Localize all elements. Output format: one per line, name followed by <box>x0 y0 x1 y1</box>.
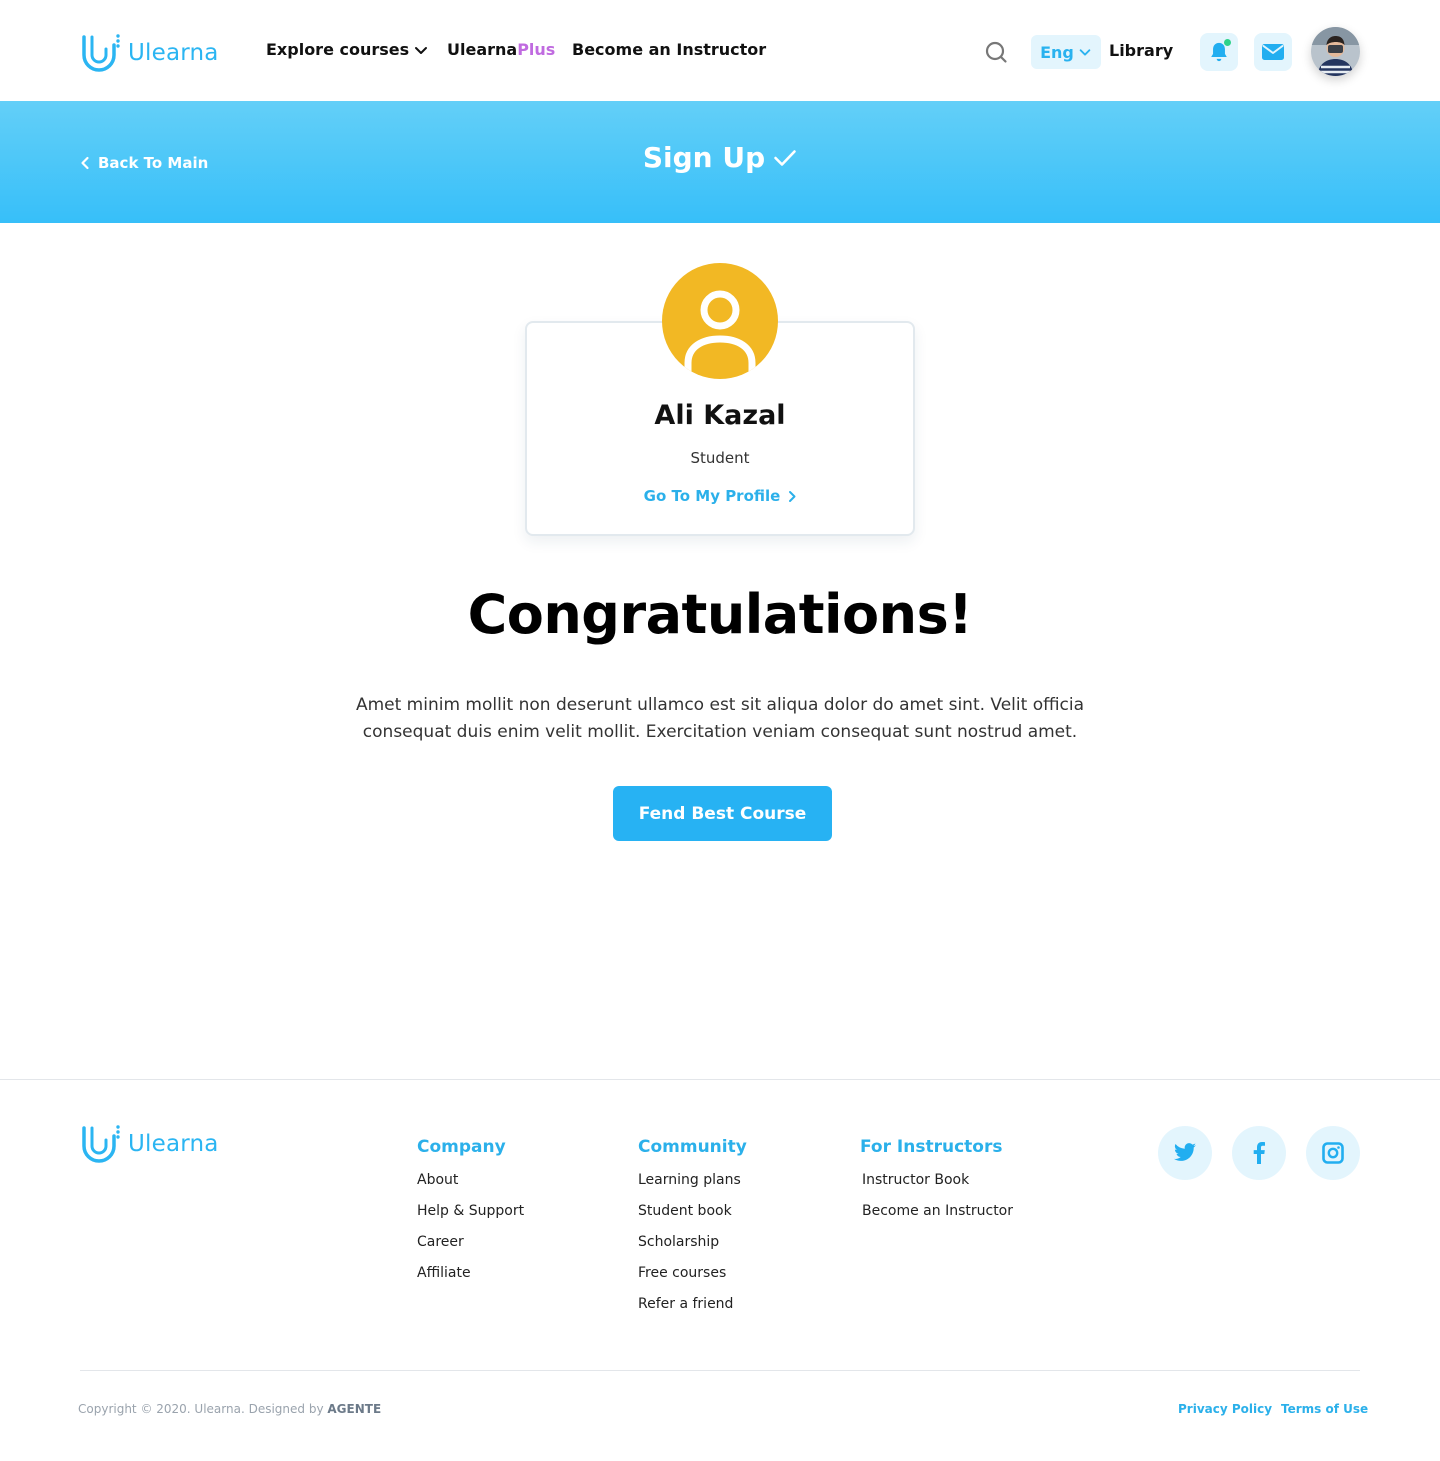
language-label: Eng <box>1040 42 1074 62</box>
library-link[interactable]: Library <box>1109 41 1173 60</box>
nav-plus-suffix: Plus <box>517 40 556 59</box>
user-role: Student <box>690 449 750 467</box>
notifications-button[interactable] <box>1200 33 1238 71</box>
twitter-button[interactable] <box>1158 1126 1212 1180</box>
facebook-icon <box>1253 1142 1265 1164</box>
logo-text: Ulearna <box>128 40 219 66</box>
chevron-down-icon <box>1079 49 1091 56</box>
designer-name[interactable]: AGENTE <box>327 1402 381 1416</box>
search-icon[interactable] <box>984 40 1008 64</box>
go-to-profile-link[interactable]: Go To My Profile <box>525 487 915 505</box>
nav-instructor-label: Become an Instructor <box>572 40 767 59</box>
footer-logo-text: Ulearna <box>128 1131 219 1157</box>
logo[interactable]: Ulearna <box>80 33 219 73</box>
chevron-right-icon <box>789 490 796 502</box>
footer-bottom-divider <box>80 1370 1360 1371</box>
user-avatar-circle <box>662 263 778 379</box>
footer-link-help-support[interactable]: Help & Support <box>417 1203 524 1219</box>
privacy-policy-link[interactable]: Privacy Policy <box>1178 1402 1272 1416</box>
footer-link-learning-plans[interactable]: Learning plans <box>638 1172 741 1188</box>
footer-logo[interactable]: Ulearna <box>80 1124 219 1164</box>
footer-link-instructor-book[interactable]: Instructor Book <box>862 1172 969 1188</box>
logo-icon <box>82 1125 120 1163</box>
instagram-icon <box>1322 1142 1344 1164</box>
notification-dot <box>1223 38 1232 47</box>
checkmark-icon <box>774 149 796 166</box>
nav-ulearna-plus[interactable]: UlearnaPlus <box>447 40 555 59</box>
footer-link-become-instructor[interactable]: Become an Instructor <box>862 1203 1013 1219</box>
footer-community-title: Community <box>638 1137 747 1157</box>
find-best-course-button[interactable]: Fend Best Course <box>613 786 832 841</box>
user-photo <box>1311 27 1360 76</box>
mail-icon <box>1262 44 1284 60</box>
logo-icon <box>82 34 120 72</box>
facebook-button[interactable] <box>1232 1126 1286 1180</box>
footer-link-about[interactable]: About <box>417 1172 458 1188</box>
instagram-button[interactable] <box>1306 1126 1360 1180</box>
congratulations-heading: Congratulations! <box>467 583 973 646</box>
copyright-text: Copyright © 2020. Ulearna. Designed by A… <box>78 1402 381 1416</box>
footer-link-refer-friend[interactable]: Refer a friend <box>638 1296 733 1312</box>
language-selector[interactable]: Eng <box>1031 35 1101 69</box>
footer-link-free-courses[interactable]: Free courses <box>638 1265 726 1281</box>
nav-explore-courses[interactable]: Explore courses <box>266 40 429 59</box>
footer-instructors-title: For Instructors <box>860 1137 1003 1157</box>
avatar[interactable] <box>1311 27 1360 76</box>
user-icon <box>684 290 756 379</box>
header: Ulearna Explore courses UlearnaPlus Beco… <box>0 0 1440 101</box>
page-banner: Back To Main Sign Up <box>0 101 1440 223</box>
messages-button[interactable] <box>1254 33 1292 71</box>
congratulations-description: Amet minim mollit non deserunt ullamco e… <box>355 695 1085 742</box>
terms-of-use-link[interactable]: Terms of Use <box>1281 1402 1368 1416</box>
footer-link-affiliate[interactable]: Affiliate <box>417 1265 471 1281</box>
user-name: Ali Kazal <box>654 400 786 431</box>
nav-plus-prefix: Ulearna <box>447 40 518 59</box>
footer-link-career[interactable]: Career <box>417 1234 464 1250</box>
twitter-icon <box>1174 1143 1196 1161</box>
footer-company-title: Company <box>417 1137 506 1157</box>
page-title: Sign Up <box>0 141 1440 174</box>
go-to-profile-label: Go To My Profile <box>643 487 781 505</box>
chevron-down-icon <box>415 46 428 54</box>
page-title-text: Sign Up <box>642 141 766 174</box>
nav-explore-label: Explore courses <box>266 40 410 59</box>
footer-link-scholarship[interactable]: Scholarship <box>638 1234 719 1250</box>
footer-divider <box>0 1079 1440 1080</box>
footer-link-student-book[interactable]: Student book <box>638 1203 732 1219</box>
copyright-label: Copyright © 2020. Ulearna. Designed by <box>78 1402 324 1416</box>
nav-become-instructor[interactable]: Become an Instructor <box>572 40 766 59</box>
